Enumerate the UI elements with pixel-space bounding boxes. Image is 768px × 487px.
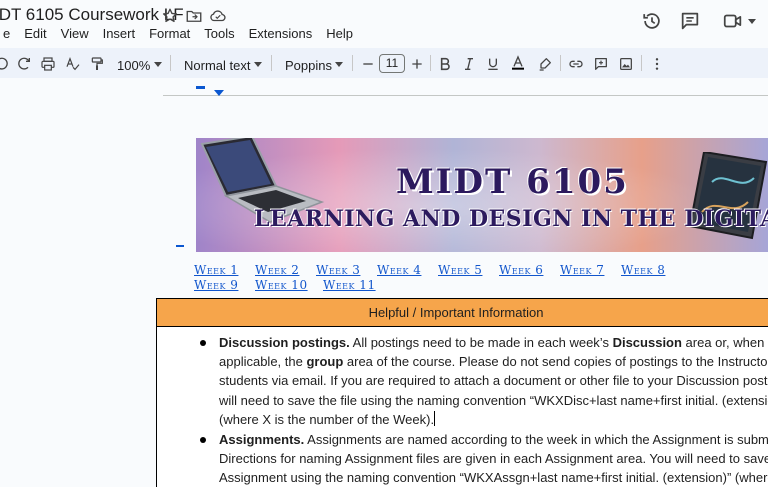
banner-course-code: MIDT 6105 — [396, 162, 629, 202]
menu-file-partial[interactable]: e — [0, 25, 17, 43]
text-run: area of the course. Please do not send c… — [343, 354, 768, 369]
document-title[interactable]: IDT 6105 Coursework LF — [0, 5, 184, 25]
discussion-line-3[interactable]: students via email. If you are required … — [219, 371, 768, 390]
meet-dropdown-icon[interactable] — [748, 19, 756, 24]
image-anchor-marker — [176, 245, 184, 247]
bullet-icon — [200, 437, 206, 443]
zoom-dropdown-icon[interactable] — [154, 62, 162, 67]
course-banner-image[interactable]: MIDT 6105 LEARNING AND DESIGN IN THE DIG… — [196, 138, 768, 252]
week-link[interactable]: Week 7 — [560, 263, 621, 277]
text-run: area or, when — [681, 335, 765, 350]
increase-font-size-icon[interactable] — [409, 54, 425, 74]
insert-image-icon[interactable] — [618, 54, 634, 74]
comments-icon[interactable] — [679, 10, 701, 32]
week-links-row-1: Week 1 Week 2 Week 3 Week 4 Week 5 Week … — [194, 263, 682, 277]
text-color-icon[interactable] — [510, 53, 526, 73]
assignments-line-1[interactable]: Assignments. Assignments are named accor… — [219, 430, 768, 449]
text-run-bold: group — [306, 354, 344, 369]
info-table-header: Helpful / Important Information — [157, 299, 768, 327]
insert-link-icon[interactable] — [568, 54, 584, 74]
version-history-icon[interactable] — [641, 10, 663, 32]
undo-icon[interactable] — [0, 54, 10, 74]
discussion-line-4[interactable]: will need to save the file using the nam… — [219, 391, 768, 410]
font-size-input[interactable]: 11 — [379, 54, 405, 73]
print-icon[interactable] — [40, 54, 56, 74]
bold-icon[interactable] — [437, 54, 453, 74]
decrease-font-size-icon[interactable] — [360, 54, 376, 74]
menu-help[interactable]: Help — [319, 25, 360, 43]
toolbar-divider — [641, 55, 642, 71]
assignments-line-3[interactable]: Assignment using the naming convention “… — [219, 468, 768, 487]
discussion-line-2[interactable]: applicable, the group area of the course… — [219, 352, 768, 371]
font-dropdown-icon[interactable] — [335, 62, 343, 67]
more-options-icon[interactable] — [649, 54, 665, 74]
redo-icon[interactable] — [16, 54, 32, 74]
assignments-line-2[interactable]: Directions for naming Assignment files a… — [219, 449, 768, 468]
menu-extensions[interactable]: Extensions — [242, 25, 320, 43]
add-comment-icon[interactable] — [593, 54, 609, 74]
style-dropdown-icon[interactable] — [254, 62, 262, 67]
week-link[interactable]: Week 3 — [316, 263, 377, 277]
text-run-bold: Discussion — [612, 335, 682, 350]
meet-video-icon[interactable] — [722, 10, 744, 32]
toolbar-divider — [560, 55, 561, 71]
menu-edit[interactable]: Edit — [17, 25, 53, 43]
week-link[interactable]: Week 2 — [255, 263, 316, 277]
toolbar-divider — [352, 55, 353, 71]
week-link[interactable]: Week 10 — [255, 278, 323, 292]
spelling-check-icon[interactable] — [65, 54, 81, 74]
text-run: (where X is the number of the Week). — [219, 412, 435, 427]
menu-bar: e Edit View Insert Format Tools Extensio… — [0, 25, 360, 43]
menu-format[interactable]: Format — [142, 25, 197, 43]
week-link[interactable]: Week 9 — [194, 278, 255, 292]
move-to-folder-icon[interactable] — [185, 7, 203, 25]
text-run: applicable, the — [219, 354, 307, 369]
discussion-line-5[interactable]: (where X is the number of the Week). — [219, 410, 436, 429]
font-family-select[interactable]: Poppins — [285, 55, 332, 75]
text-run: All postings need to be made in each wee… — [349, 335, 613, 350]
text-run: Assignments are named according to the w… — [304, 432, 768, 447]
star-icon[interactable] — [161, 7, 179, 25]
week-link[interactable]: Week 11 — [323, 278, 391, 292]
menu-tools[interactable]: Tools — [197, 25, 241, 43]
week-link[interactable]: Week 8 — [621, 263, 682, 277]
highlight-color-icon[interactable] — [537, 54, 553, 74]
bullet-icon — [200, 340, 206, 346]
week-link[interactable]: Week 4 — [377, 263, 438, 277]
paint-format-icon[interactable] — [89, 54, 105, 74]
toolbar-divider — [430, 55, 431, 71]
zoom-select[interactable]: 100% — [117, 55, 150, 75]
first-line-indent-marker[interactable] — [196, 86, 205, 89]
discussion-line-1[interactable]: Discussion postings. All postings need t… — [219, 333, 764, 352]
title-bar: IDT 6105 Coursework LF e Edit View Inser… — [0, 0, 768, 48]
italic-icon[interactable] — [461, 54, 477, 74]
underline-icon[interactable] — [485, 54, 501, 74]
text-cursor — [434, 411, 436, 426]
toolbar-divider — [170, 55, 171, 71]
cloud-saved-icon[interactable] — [209, 7, 227, 25]
menu-insert[interactable]: Insert — [96, 25, 143, 43]
ruler-baseline — [163, 95, 768, 96]
discussion-heading: Discussion postings. — [219, 335, 350, 350]
toolbar-divider — [271, 55, 272, 71]
paragraph-style-select[interactable]: Normal text — [184, 55, 250, 75]
week-link[interactable]: Week 1 — [194, 263, 255, 277]
week-link[interactable]: Week 5 — [438, 263, 499, 277]
assignments-heading: Assignments. — [219, 432, 305, 447]
left-indent-marker[interactable] — [214, 90, 224, 96]
week-links-row-2: Week 9 Week 10 Week 11 — [194, 278, 391, 292]
menu-view[interactable]: View — [54, 25, 96, 43]
week-link[interactable]: Week 6 — [499, 263, 560, 277]
banner-course-title: LEARNING AND DESIGN IN THE DIGITAL AGE — [254, 206, 768, 232]
